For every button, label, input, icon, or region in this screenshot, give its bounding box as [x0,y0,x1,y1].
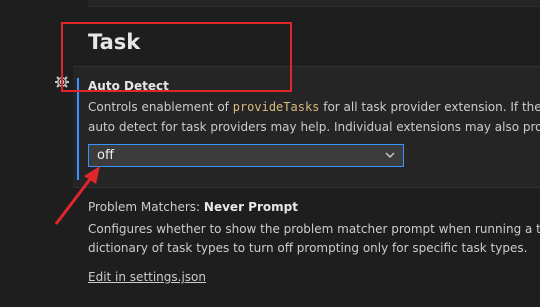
auto-detect-dropdown[interactable]: off [88,144,404,167]
description-text-2: for all task provider extension. If the … [319,100,540,114]
chevron-down-icon [385,152,395,158]
setting-description-line-2: auto detect for task providers may help.… [88,120,540,134]
previous-setting-row [88,0,540,7]
annotation-highlight-box [61,22,292,92]
description-text: Controls enablement of [88,100,233,114]
setting-title-problem-matchers[interactable]: Problem Matchers: Never Prompt [88,200,298,214]
edit-in-settings-json-link[interactable]: Edit in settings.json [88,270,206,284]
code-provide-tasks: provideTasks [232,100,320,114]
dropdown-value: off [97,148,114,163]
setting-description-line-1: Controls enablement of provideTasks for … [88,99,540,115]
annotation-arrow-icon [54,166,100,225]
problem-matchers-description-line-2: dictionary of task types to turn off pro… [88,241,528,255]
problem-matchers-description-line-1: Configures whether to show the problem m… [88,222,540,236]
problem-matchers-bold: Never Prompt [203,200,298,214]
